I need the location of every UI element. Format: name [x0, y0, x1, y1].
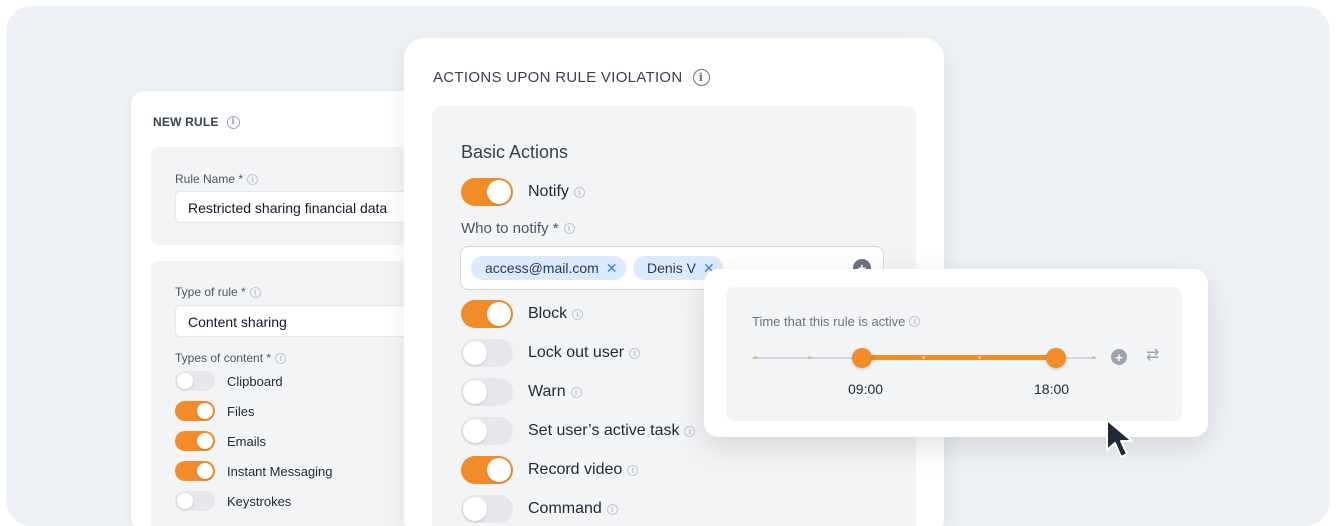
time-active-label-row: Time that this rule is active i — [752, 314, 921, 329]
keystrokes-toggle[interactable] — [175, 491, 215, 511]
new-rule-title: NEW RULE — [153, 115, 219, 129]
time-active-panel: Time that this rule is active i 09:00 18… — [726, 287, 1182, 421]
rule-name-label-row: Rule Name * i — [175, 172, 259, 186]
action-warn[interactable]: Warn i — [461, 378, 582, 406]
action-label: Notify — [528, 183, 569, 200]
content-types-label-row: Types of content * i — [175, 351, 287, 365]
slider-tick — [1092, 356, 1095, 359]
start-time-value: 09:00 — [848, 381, 884, 397]
action-set-active-task[interactable]: Set user’s active task i — [461, 417, 696, 445]
content-type-instant-messaging[interactable]: Instant Messaging — [175, 461, 333, 481]
content-type-clipboard[interactable]: Clipboard — [175, 371, 283, 391]
content-type-label: Instant Messaging — [227, 463, 333, 479]
info-icon[interactable]: i — [629, 347, 641, 359]
rule-type-label-row: Type of rule * i — [175, 285, 261, 299]
content-type-label: Keystrokes — [227, 493, 292, 509]
actions-title: ACTIONS UPON RULE VIOLATION — [433, 69, 683, 86]
info-icon[interactable]: i — [226, 115, 240, 129]
slider-tick — [922, 356, 925, 359]
action-label: Block — [528, 305, 568, 322]
action-label: Command — [528, 500, 602, 517]
action-label: Set user’s active task — [528, 422, 680, 439]
action-label: Record video — [528, 461, 623, 478]
background-panel: NEW RULE i Rule Name * i Restricted shar… — [6, 6, 1330, 526]
block-toggle[interactable] — [461, 300, 513, 328]
close-icon[interactable]: ✕ — [606, 260, 618, 277]
recipient-label: access@mail.com — [485, 260, 599, 276]
time-range-slider[interactable] — [752, 348, 1096, 368]
info-icon[interactable]: i — [573, 186, 585, 198]
action-label: Warn — [528, 383, 566, 400]
slider-tick — [808, 356, 811, 359]
slider-range-fill — [862, 355, 1056, 360]
info-icon[interactable]: i — [570, 386, 582, 398]
rule-name-input[interactable]: Restricted sharing financial data — [175, 191, 435, 223]
new-rule-card: NEW RULE i Rule Name * i Restricted shar… — [131, 91, 451, 526]
start-time-handle[interactable] — [852, 348, 872, 368]
info-icon[interactable]: i — [275, 352, 287, 364]
command-toggle[interactable] — [461, 495, 513, 523]
new-rule-header: NEW RULE i — [153, 115, 240, 129]
info-icon[interactable]: i — [684, 425, 696, 437]
basic-actions-title: Basic Actions — [461, 142, 569, 162]
emails-toggle[interactable] — [175, 431, 215, 451]
info-icon[interactable]: i — [627, 464, 639, 476]
instant-messaging-toggle[interactable] — [175, 461, 215, 481]
set-active-task-toggle[interactable] — [461, 417, 513, 445]
notify-toggle[interactable] — [461, 178, 513, 206]
cursor-icon — [1106, 419, 1133, 458]
lock-out-user-toggle[interactable] — [461, 339, 513, 367]
time-active-label: Time that this rule is active — [752, 314, 906, 329]
action-block[interactable]: Block i — [461, 300, 584, 328]
content-type-label: Clipboard — [227, 373, 283, 389]
action-record-video[interactable]: Record video i — [461, 456, 639, 484]
content-type-keystrokes[interactable]: Keystrokes — [175, 491, 291, 511]
actions-header: ACTIONS UPON RULE VIOLATION i — [433, 69, 710, 86]
end-time-value: 18:00 — [1034, 381, 1070, 397]
content-types-label: Types of content * — [175, 351, 272, 365]
info-icon[interactable]: i — [909, 316, 921, 327]
who-to-notify-label: Who to notify * — [461, 220, 559, 237]
info-icon[interactable]: i — [692, 69, 710, 86]
content-type-label: Emails — [227, 433, 267, 449]
clipboard-toggle[interactable] — [175, 371, 215, 391]
time-active-card: Time that this rule is active i 09:00 18… — [704, 269, 1208, 437]
action-lock-out-user[interactable]: Lock out user i — [461, 339, 641, 367]
action-label: Lock out user — [528, 344, 625, 361]
rule-type-select[interactable]: Content sharing — [175, 305, 435, 337]
swap-icon[interactable]: ⇄ — [1146, 345, 1159, 365]
info-icon[interactable]: i — [563, 223, 575, 234]
content-type-files[interactable]: Files — [175, 401, 254, 421]
record-video-toggle[interactable] — [461, 456, 513, 484]
info-icon[interactable]: i — [247, 173, 259, 185]
slider-tick — [754, 356, 757, 359]
end-time-handle[interactable] — [1046, 348, 1066, 368]
rule-type-label: Type of rule * — [175, 285, 246, 299]
info-icon[interactable]: i — [249, 286, 261, 298]
recipient-chip: access@mail.com ✕ — [471, 256, 626, 280]
recipient-label: Denis V — [647, 260, 697, 276]
slider-tick — [978, 356, 981, 359]
info-icon[interactable]: i — [572, 308, 584, 320]
plus-circle-icon[interactable]: + — [1111, 349, 1127, 365]
content-type-label: Files — [227, 403, 255, 419]
warn-toggle[interactable] — [461, 378, 513, 406]
files-toggle[interactable] — [175, 401, 215, 421]
who-to-notify-label-row: Who to notify * i — [461, 220, 575, 237]
action-command[interactable]: Command i — [461, 495, 618, 523]
content-type-emails[interactable]: Emails — [175, 431, 266, 451]
action-notify[interactable]: Notify i — [461, 178, 585, 206]
rule-name-label: Rule Name * — [175, 172, 244, 186]
